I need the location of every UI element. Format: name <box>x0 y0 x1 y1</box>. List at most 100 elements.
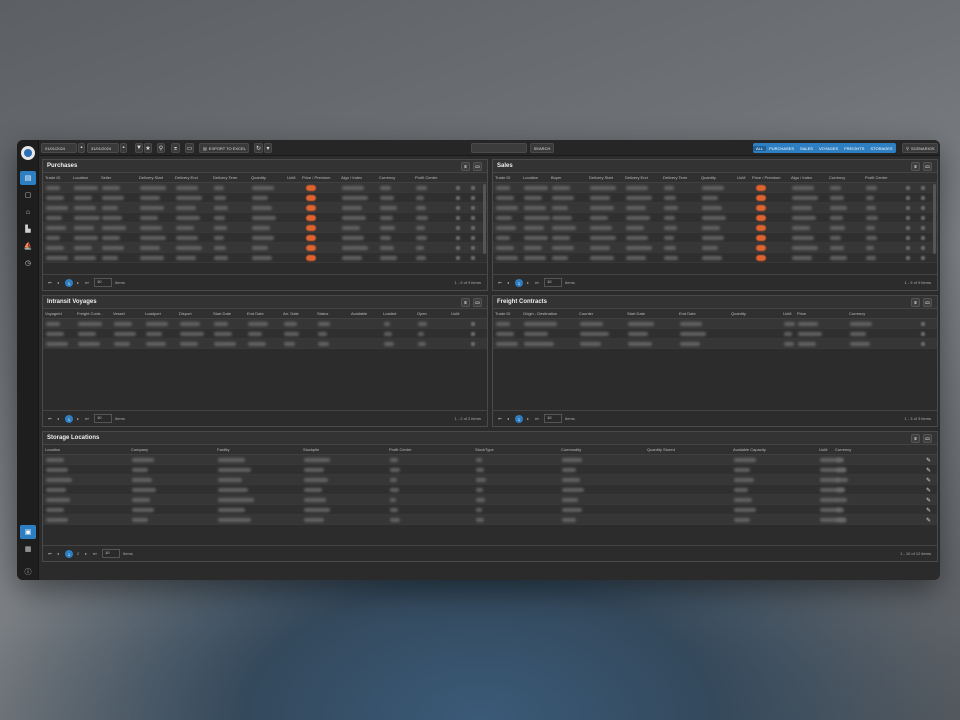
row-action-icon[interactable] <box>471 216 475 220</box>
page-number-current[interactable]: 1 <box>65 279 73 287</box>
column-header[interactable]: Start Date <box>213 311 231 316</box>
table-row[interactable] <box>493 203 937 213</box>
row-action-icon[interactable] <box>906 226 910 230</box>
column-header[interactable]: Trade ID <box>45 175 60 180</box>
row-action-icon[interactable] <box>471 206 475 210</box>
column-header[interactable]: Profit Centre <box>415 175 437 180</box>
export-excel-button[interactable]: ▤ EXPORT TO EXCEL <box>199 143 249 153</box>
ship-icon[interactable]: ⛵ <box>20 239 36 253</box>
table-row[interactable] <box>43 183 487 193</box>
purchases-scrollbar[interactable] <box>483 184 486 254</box>
table-row[interactable] <box>43 223 487 233</box>
row-action-icon[interactable] <box>906 196 910 200</box>
search-button[interactable]: SEARCH <box>530 143 554 153</box>
prev-page-icon[interactable]: ◂ <box>57 551 59 556</box>
row-action-icon[interactable] <box>921 206 925 210</box>
row-action-icon[interactable] <box>906 216 910 220</box>
row-action-icon[interactable] <box>471 226 475 230</box>
row-action-icon[interactable] <box>921 332 925 336</box>
row-action-icon[interactable] <box>456 216 460 220</box>
column-header[interactable]: Disport <box>179 311 192 316</box>
edit-icon[interactable]: ✎ <box>926 467 931 474</box>
sales-scrollbar[interactable] <box>933 184 936 254</box>
row-action-icon[interactable] <box>906 206 910 210</box>
table-row[interactable] <box>43 213 487 223</box>
row-action-icon[interactable] <box>456 186 460 190</box>
row-action-icon[interactable] <box>471 256 475 260</box>
next-page-icon[interactable]: ▸ <box>527 416 529 421</box>
document-icon[interactable]: ▦ <box>20 542 36 556</box>
clear-filter-icon[interactable]: ⌆ <box>911 162 920 171</box>
table-row[interactable] <box>493 319 937 329</box>
filter-freights[interactable]: FREIGHTS <box>841 146 867 151</box>
column-header[interactable]: Profit Centre <box>389 447 411 452</box>
table-row[interactable] <box>493 213 937 223</box>
prev-page-icon[interactable]: ◂ <box>57 416 59 421</box>
column-header[interactable]: Quantity Stored <box>647 447 675 452</box>
first-page-icon[interactable]: ⏮ <box>498 280 502 285</box>
row-action-icon[interactable] <box>906 186 910 190</box>
print-icon[interactable]: ▭ <box>473 162 482 171</box>
warehouse-icon[interactable]: ⌂ <box>20 205 36 219</box>
row-action-icon[interactable] <box>906 246 910 250</box>
column-header[interactable]: UoM <box>737 175 745 180</box>
column-header[interactable]: Algo / Index <box>341 175 362 180</box>
row-action-icon[interactable] <box>921 196 925 200</box>
table-row[interactable] <box>493 243 937 253</box>
table-row[interactable] <box>43 193 487 203</box>
row-action-icon[interactable] <box>921 236 925 240</box>
column-header[interactable]: Delivery Start <box>589 175 613 180</box>
table-row[interactable]: ✎ <box>43 465 937 475</box>
row-action-icon[interactable] <box>456 246 460 250</box>
table-row[interactable] <box>493 233 937 243</box>
page-number[interactable]: 2 <box>77 551 79 556</box>
table-row[interactable] <box>43 203 487 213</box>
table-row[interactable] <box>493 329 937 339</box>
column-header[interactable]: Trade ID <box>495 311 510 316</box>
column-header[interactable]: Available Capacity <box>733 447 766 452</box>
filter-purchases[interactable]: PURCHASES <box>766 146 797 151</box>
column-header[interactable]: Vessel <box>113 311 125 316</box>
star-icon[interactable]: ★ <box>144 143 152 153</box>
column-header[interactable]: Location <box>73 175 88 180</box>
last-page-icon[interactable]: ⏭ <box>85 280 89 285</box>
column-header[interactable]: Price / Premium <box>752 175 780 180</box>
row-action-icon[interactable] <box>921 322 925 326</box>
clear-filter-icon[interactable]: ⌆ <box>461 162 470 171</box>
refresh-icon[interactable]: ↻ <box>254 143 263 153</box>
page-size-select[interactable]: 10 <box>94 414 112 423</box>
table-row[interactable] <box>43 253 487 263</box>
prev-page-icon[interactable]: ◂ <box>507 416 509 421</box>
page-number-current[interactable]: 1 <box>65 415 73 423</box>
page-number-current[interactable]: 1 <box>515 279 523 287</box>
row-action-icon[interactable] <box>921 256 925 260</box>
page-number-current[interactable]: 1 <box>65 550 73 558</box>
scenarios-button[interactable]: ⚲ SCENARIOS <box>902 143 938 153</box>
column-header[interactable]: Delivery Term <box>663 175 687 180</box>
row-action-icon[interactable] <box>921 216 925 220</box>
date-to-input[interactable]: 31/01/2024 <box>87 143 119 153</box>
table-row[interactable]: ✎ <box>43 505 937 515</box>
column-header[interactable]: UoM <box>783 311 791 316</box>
row-action-icon[interactable] <box>921 342 925 346</box>
date-from-input[interactable]: 01/01/2024 <box>41 143 77 153</box>
edit-icon[interactable]: ✎ <box>926 457 931 464</box>
bar-chart-icon[interactable]: ▙ <box>20 222 36 236</box>
column-header[interactable]: Currency <box>835 447 851 452</box>
column-header[interactable]: Seller <box>101 175 111 180</box>
column-header[interactable]: Profit Centre <box>865 175 887 180</box>
column-header[interactable]: Arr. Date <box>283 311 299 316</box>
lock-icon[interactable]: ▣ <box>20 525 36 539</box>
edit-icon[interactable]: ✎ <box>926 517 931 524</box>
print-icon[interactable]: ▭ <box>923 298 932 307</box>
row-action-icon[interactable] <box>921 226 925 230</box>
column-header[interactable]: Available <box>351 311 367 316</box>
row-action-icon[interactable] <box>456 236 460 240</box>
page-size-select[interactable]: 10 <box>544 414 562 423</box>
column-header[interactable]: Algo / Index <box>791 175 812 180</box>
column-header[interactable]: Quantity <box>701 175 716 180</box>
clear-filter-icon[interactable]: ⌆ <box>461 298 470 307</box>
column-header[interactable]: Delivery End <box>175 175 198 180</box>
column-header[interactable]: Stockpile <box>303 447 319 452</box>
filter-storages[interactable]: STORAGES <box>867 146 895 151</box>
